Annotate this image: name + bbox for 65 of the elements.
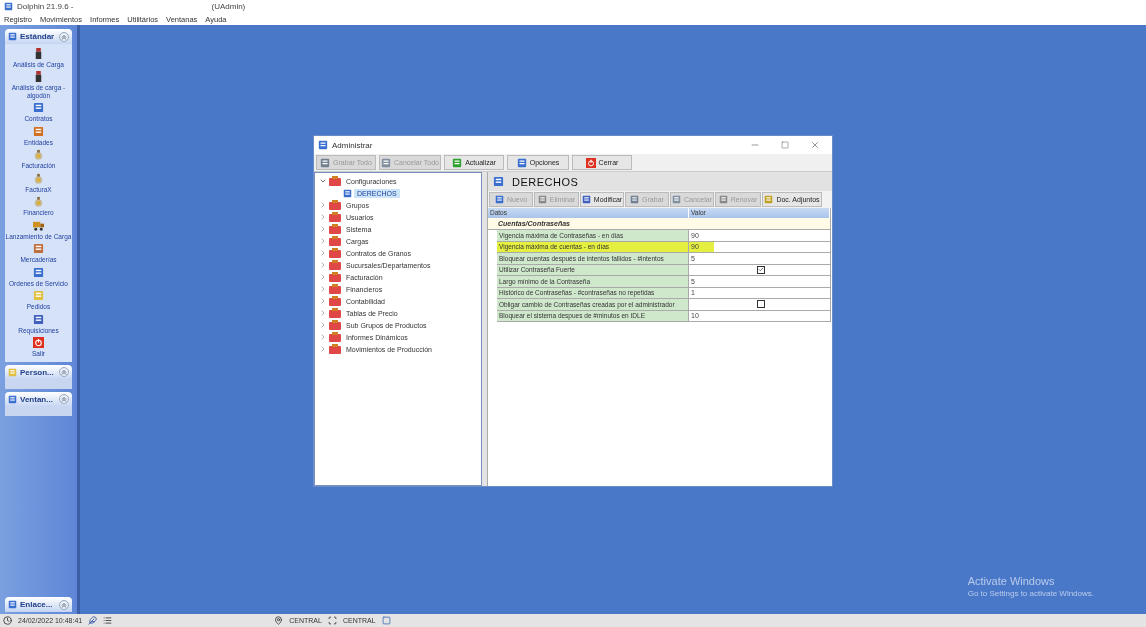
folder-icon xyxy=(329,236,341,246)
shortcut-icon xyxy=(33,219,44,231)
folder-icon xyxy=(329,200,341,210)
sidebar-group-header[interactable]: Estándar xyxy=(5,29,72,44)
close-icon xyxy=(810,140,820,150)
button-icon xyxy=(581,195,591,204)
sidebar-group-header[interactable]: Person... xyxy=(5,364,72,380)
panel-title: DERECHOS xyxy=(512,175,579,188)
folder-icon xyxy=(329,284,341,294)
button-icon xyxy=(381,157,391,168)
folder-icon xyxy=(329,212,341,222)
frame-icon xyxy=(327,616,337,625)
list-icon xyxy=(103,616,113,625)
folder-icon xyxy=(329,260,341,270)
group-icon xyxy=(8,600,17,609)
button-icon xyxy=(494,195,504,204)
button-icon xyxy=(630,195,640,204)
shortcut-icon xyxy=(33,313,44,325)
window-icon xyxy=(318,140,328,150)
button-icon xyxy=(585,157,596,168)
group-icon xyxy=(8,367,17,377)
group-icon xyxy=(8,394,17,404)
clock-icon xyxy=(3,616,12,625)
button-icon xyxy=(537,195,547,204)
shortcut-icon xyxy=(33,172,44,184)
button-icon xyxy=(672,195,681,204)
button-icon xyxy=(320,157,331,168)
button-icon xyxy=(718,195,728,204)
activation-subtitle: Go to Settings to activate Windows. xyxy=(967,589,1094,598)
shortcut-icon xyxy=(33,266,44,278)
sidebar-group-header[interactable]: Enlace... xyxy=(5,597,72,612)
folder-icon xyxy=(329,272,341,282)
button-icon xyxy=(764,195,774,204)
button-icon xyxy=(516,157,527,168)
shortcut-icon xyxy=(33,290,44,302)
app-title: Dolphin 21.9.6 - xyxy=(17,2,74,11)
pin-icon xyxy=(274,616,284,625)
checkbox[interactable] xyxy=(757,265,765,274)
window-icon xyxy=(381,616,391,625)
activation-title: Activate Windows xyxy=(967,575,1056,587)
maximize-icon xyxy=(781,141,789,149)
shortcut-icon xyxy=(33,48,44,59)
folder-icon xyxy=(329,332,341,342)
feather-icon xyxy=(88,616,98,625)
user-label: (UAdmin) xyxy=(211,2,246,11)
shortcut-icon xyxy=(33,337,44,349)
shortcut-icon xyxy=(33,71,44,83)
folder-icon xyxy=(329,296,341,306)
folder-icon xyxy=(329,224,341,234)
expand-icon[interactable] xyxy=(319,177,327,185)
shortcut-icon xyxy=(33,243,44,255)
window-title: Administrar xyxy=(332,140,374,150)
folder-icon xyxy=(329,248,341,258)
shortcut-icon xyxy=(33,125,44,137)
sidebar-group-header[interactable]: Ventan... xyxy=(5,391,72,407)
shortcut-icon xyxy=(33,149,44,161)
folder-icon xyxy=(329,344,341,354)
button-icon xyxy=(452,157,463,168)
folder-icon xyxy=(329,320,341,330)
folder-icon xyxy=(329,308,341,318)
shortcut-icon xyxy=(33,102,44,114)
folder-icon xyxy=(329,176,341,186)
checkbox[interactable] xyxy=(757,300,765,309)
group-icon xyxy=(8,32,17,41)
shortcut-icon xyxy=(33,196,44,208)
